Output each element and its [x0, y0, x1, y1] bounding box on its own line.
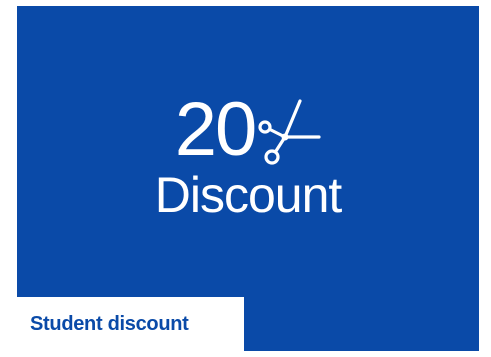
discount-label: Discount	[154, 167, 343, 223]
scissors-icon	[258, 99, 321, 165]
discount-promo: 20 Discount	[17, 87, 479, 223]
category-tag: Student discount	[17, 297, 244, 351]
student-discount-card[interactable]: 20 Discount Student discount	[17, 6, 479, 351]
discount-number: 20	[174, 87, 258, 172]
category-tag-label: Student discount	[30, 312, 189, 335]
discount-amount-row: 20	[174, 87, 322, 172]
